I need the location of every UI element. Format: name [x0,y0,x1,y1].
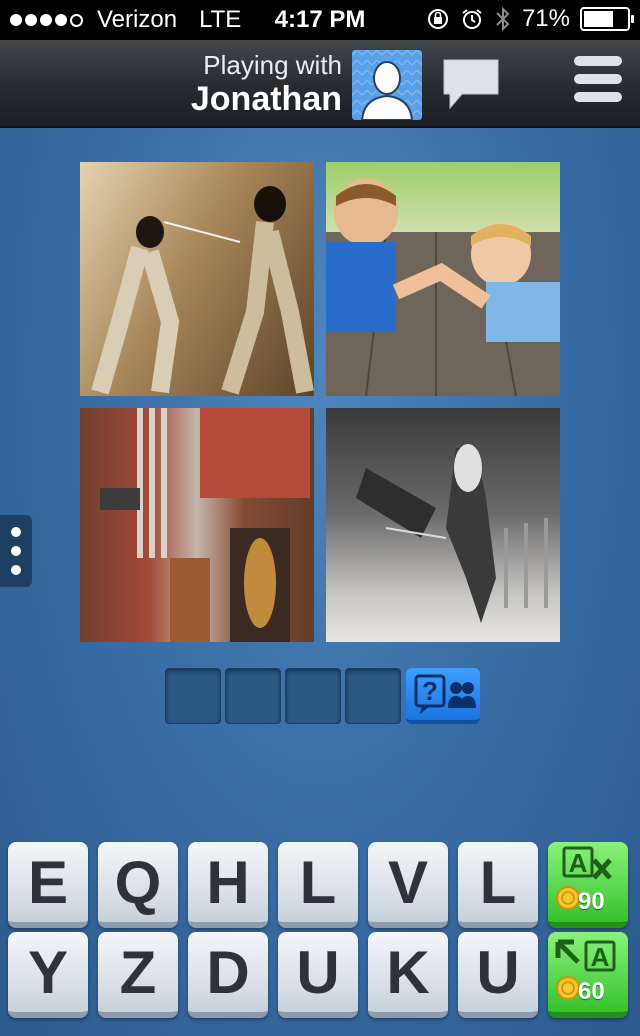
remove-letters-icon: A [562,846,612,880]
game-header: Playing with Jonathan [0,40,640,128]
answer-slot-2[interactable] [225,668,281,724]
menu-icon [574,56,622,66]
opponent-info: Playing with Jonathan [191,50,342,118]
battery-percent: 71% [521,5,570,32]
answer-slot-1[interactable] [165,668,221,724]
playing-with-label: Playing with [203,50,342,80]
alarm-icon [462,9,482,29]
letter-key[interactable]: K [368,932,448,1018]
cowboys-photo[interactable] [80,408,314,642]
answer-slot-3[interactable] [285,668,341,724]
battery-icon [580,7,634,31]
chat-icon [443,59,499,110]
horse-rider-fall-photo[interactable] [326,408,560,642]
arm-wrestling-photo[interactable] [326,162,560,396]
opponent-name: Jonathan [190,80,342,118]
ask-friends-button[interactable]: ? [406,668,480,724]
fencing-photo[interactable] [80,162,314,396]
remove-letters-cost: 90 [578,888,605,915]
letter-key[interactable]: Y [8,932,88,1018]
letter-key[interactable]: V [368,842,448,928]
letter-key[interactable]: L [278,842,358,928]
menu-button[interactable] [574,56,622,106]
letter-key[interactable]: U [458,932,538,1018]
reveal-letter-button[interactable]: A 60 [548,932,628,1018]
letter-key[interactable]: L [458,842,538,928]
reveal-letter-cost: 60 [578,978,605,1005]
ask-friends-icon: ? [414,674,476,714]
avatar-icon[interactable] [352,50,422,120]
remove-letters-button[interactable]: A 90 [548,842,628,928]
svg-text:A: A [591,942,610,972]
status-right: 71% [426,5,634,33]
rotation-lock-icon [427,9,448,29]
coin-icon [556,886,580,910]
letter-key[interactable]: Q [98,842,178,928]
letter-key[interactable]: Z [98,932,178,1018]
letter-key[interactable]: D [188,932,268,1018]
reveal-letter-icon: A [555,939,616,972]
letter-key[interactable]: H [188,842,268,928]
svg-text:?: ? [422,676,438,706]
bluetooth-icon [496,6,510,32]
side-drawer-handle[interactable] [0,515,32,587]
status-bar: Verizon LTE 4:17 PM 71% [0,0,640,40]
svg-text:A: A [569,848,588,878]
letter-key[interactable]: E [8,842,88,928]
answer-slot-4[interactable] [345,668,401,724]
letter-key[interactable]: U [278,932,358,1018]
chat-button[interactable] [440,56,502,112]
coin-icon [556,976,580,1000]
